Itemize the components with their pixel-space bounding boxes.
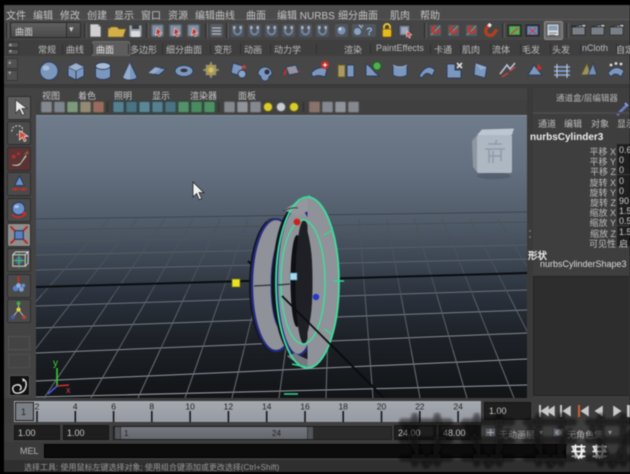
svg-text:8: 8 <box>149 402 154 412</box>
svg-text:14: 14 <box>262 402 272 412</box>
svg-text:y: y <box>53 358 58 369</box>
svg-text:2: 2 <box>35 402 40 412</box>
svg-text:10: 10 <box>185 402 195 412</box>
svg-text:4: 4 <box>73 402 78 412</box>
svg-text:12: 12 <box>224 402 234 412</box>
svg-text:24: 24 <box>453 402 463 412</box>
svg-text:20: 20 <box>377 402 387 412</box>
svg-text:16: 16 <box>300 402 310 412</box>
svg-text:?: ? <box>366 26 373 38</box>
svg-text:22: 22 <box>415 402 425 412</box>
svg-text:18: 18 <box>338 402 348 412</box>
svg-text:6: 6 <box>111 402 116 412</box>
svg-text:x: x <box>66 385 71 395</box>
